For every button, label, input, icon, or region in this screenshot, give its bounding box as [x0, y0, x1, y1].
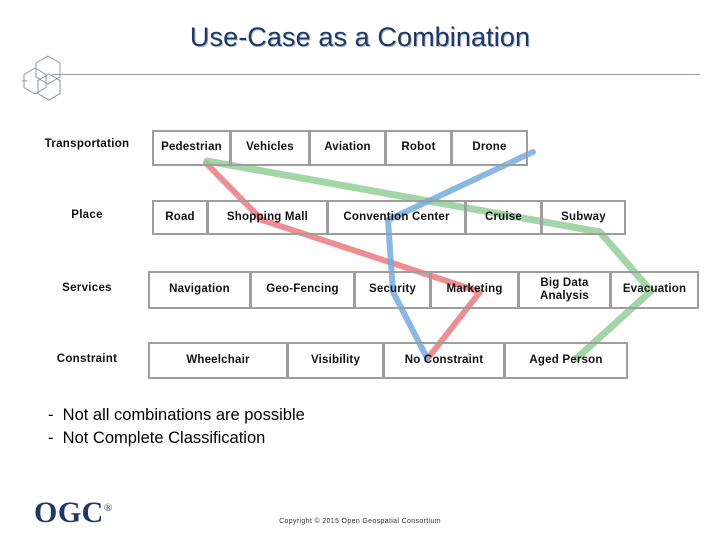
list-item: - Not all combinations are possible — [48, 406, 305, 424]
matrix-cell-pedestrian[interactable]: Pedestrian — [152, 130, 231, 166]
matrix-cell-navigation[interactable]: Navigation — [148, 271, 251, 309]
matrix-cell-subway[interactable]: Subway — [542, 200, 626, 235]
matrix-cell-aviation[interactable]: Aviation — [310, 130, 386, 166]
copyright-notice: Copyright © 2015 Open Geospatial Consort… — [279, 518, 441, 525]
matrix-cell-drone[interactable]: Drone — [452, 130, 528, 166]
row-label-place: Place — [71, 209, 103, 221]
row-label-constraint: Constraint — [56, 353, 118, 365]
row-label-transportation: Transportation — [44, 138, 130, 150]
matrix-cell-convention-center[interactable]: Convention Center — [328, 200, 466, 235]
list-item: - Not Complete Classification — [48, 429, 266, 448]
matrix-cell-visibility[interactable]: Visibility — [288, 342, 384, 379]
notes-list: - Not all combinations are possible - No… — [48, 404, 548, 451]
matrix-cell-marketing[interactable]: Marketing — [431, 271, 519, 309]
matrix-cell-security[interactable]: Security — [355, 271, 431, 309]
use-case-matrix: Transportation Pedestrian Vehicles Aviation… — [0, 0, 720, 540]
matrix-cell-road[interactable]: Road — [152, 200, 208, 235]
matrix-cell-wheelchair[interactable]: Wheelchair — [148, 342, 288, 379]
registered-mark: ® — [103, 502, 113, 514]
matrix-cell-cruise[interactable]: Cruise — [466, 200, 542, 235]
matrix-cell-no-constraint[interactable]: No Constraint — [384, 342, 505, 379]
matrix-cell-aged-person[interactable]: Aged Person — [505, 342, 628, 379]
matrix-cell-vehicles[interactable]: Vehicles — [231, 130, 310, 166]
matrix-cell-shopping-mall[interactable]: Shopping Mall — [208, 200, 328, 235]
matrix-cell-robot[interactable]: Robot — [386, 130, 452, 166]
row-label-services: Services — [62, 282, 112, 294]
matrix-cell-big-data-analysis[interactable]: Big Data Analysis — [519, 271, 611, 309]
matrix-cell-geo-fencing[interactable]: Geo-Fencing — [251, 271, 355, 309]
matrix-cell-evacuation[interactable]: Evacuation — [611, 271, 699, 309]
